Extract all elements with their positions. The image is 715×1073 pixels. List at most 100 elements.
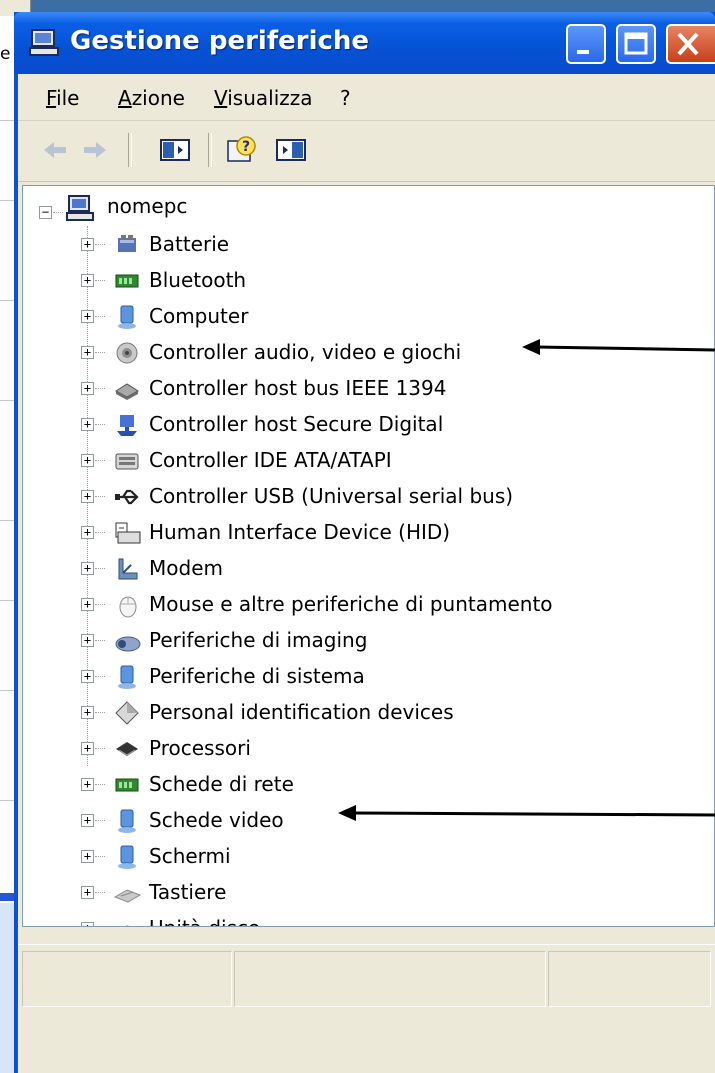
window-body: File Azione Visualizza ? ? − nomepc + Ba… <box>18 74 715 1073</box>
tree-item-label: Batterie <box>149 232 230 256</box>
ieee1394-icon <box>115 383 139 400</box>
tree-connector <box>95 712 105 713</box>
tree-item-label: Controller host bus IEEE 1394 <box>149 376 447 400</box>
menu-help[interactable]: ? <box>340 86 351 110</box>
toolbar-separator <box>208 133 212 167</box>
tree-item-label: Schede di rete <box>149 772 294 796</box>
tree-connector <box>95 784 105 785</box>
tree-item-label: Mouse e altre periferiche di puntamento <box>149 592 553 616</box>
tree-connector <box>95 604 105 605</box>
computer-icon <box>118 305 136 329</box>
tree-connector <box>95 748 105 749</box>
status-cell <box>548 951 711 1007</box>
expand-toggle[interactable]: + <box>81 598 94 611</box>
tree-connector <box>95 460 105 461</box>
expand-toggle[interactable]: + <box>81 670 94 683</box>
device-manager-icon <box>29 29 59 56</box>
tree-item-label: Periferiche di imaging <box>149 628 368 652</box>
tree-item-label: Modem <box>149 556 223 580</box>
tree-item-label: Controller host Secure Digital <box>149 412 444 436</box>
tree-item-label: Processori <box>149 736 251 760</box>
expand-toggle[interactable]: + <box>81 922 94 926</box>
usb-icon <box>115 489 139 505</box>
tree-item-label: Tastiere <box>149 880 227 904</box>
title-bar[interactable]: Gestione periferiche <box>14 12 715 74</box>
tree-item-label: Controller USB (Universal serial bus) <box>149 484 514 508</box>
tree-connector <box>53 212 63 213</box>
menu-visualizza[interactable]: Visualizza <box>214 86 313 110</box>
tree-connector <box>95 388 105 389</box>
tree-item-label: Controller audio, video e giochi <box>149 340 462 364</box>
tree-item-label: Controller IDE ATA/ATAPI <box>149 448 392 472</box>
disk-drive-icon <box>125 925 130 926</box>
sd-card-icon <box>117 415 137 436</box>
properties-icon[interactable] <box>274 135 308 165</box>
expand-toggle[interactable]: + <box>81 814 94 827</box>
status-cell <box>22 951 232 1007</box>
monitor-icon <box>118 809 136 833</box>
tree-connector <box>95 316 105 317</box>
expand-toggle[interactable]: + <box>81 490 94 503</box>
close-button[interactable] <box>666 24 715 64</box>
expand-toggle[interactable]: + <box>81 310 94 323</box>
tree-connector <box>95 424 105 425</box>
expand-toggle[interactable]: + <box>81 526 94 539</box>
expand-toggle[interactable]: + <box>81 634 94 647</box>
expand-toggle[interactable]: + <box>81 778 94 791</box>
modem-icon <box>118 558 138 580</box>
expand-toggle[interactable]: + <box>81 238 94 251</box>
expand-toggle[interactable]: + <box>81 850 94 863</box>
tree-item-label: Bluetooth <box>149 268 247 292</box>
status-cell <box>234 951 546 1007</box>
monitor-icon <box>118 845 136 869</box>
expand-toggle[interactable]: + <box>81 742 94 755</box>
help-icon[interactable]: ? <box>224 135 260 165</box>
window-title: Gestione periferiche <box>70 26 370 56</box>
tree-connector <box>95 820 105 821</box>
status-bar <box>18 944 715 1009</box>
tree-connector <box>95 676 105 677</box>
keyboard-icon <box>113 889 141 903</box>
annotation-arrow <box>522 339 715 355</box>
expand-toggle[interactable]: + <box>81 886 94 899</box>
expand-toggle[interactable]: + <box>81 382 94 395</box>
close-icon <box>677 32 699 56</box>
tree-connector <box>95 496 105 497</box>
ide-icon <box>115 453 139 470</box>
show-hide-tree-icon[interactable] <box>158 135 192 165</box>
tree-connector <box>95 568 105 569</box>
maximize-button[interactable] <box>616 24 656 64</box>
expand-toggle[interactable]: + <box>81 562 94 575</box>
diamond-icon <box>115 701 139 725</box>
toolbar-separator <box>128 133 132 167</box>
mouse-icon <box>119 596 137 618</box>
tree-connector <box>95 532 105 533</box>
expand-toggle[interactable]: + <box>81 346 94 359</box>
network-card-icon <box>115 778 139 792</box>
tree-item-label: Schermi <box>149 844 231 868</box>
minimize-button[interactable] <box>566 24 606 64</box>
minimize-icon <box>577 50 589 54</box>
camera-icon <box>115 636 141 652</box>
tree-connector <box>95 640 105 641</box>
collapse-toggle[interactable]: − <box>39 206 52 219</box>
expand-toggle[interactable]: + <box>81 706 94 719</box>
menu-bar: File Azione Visualizza ? <box>18 74 715 121</box>
menu-azione[interactable]: Azione <box>118 86 185 110</box>
computer-root-icon <box>66 195 94 221</box>
expand-toggle[interactable]: + <box>81 454 94 467</box>
forward-icon[interactable] <box>80 135 110 165</box>
expand-toggle[interactable]: + <box>81 418 94 431</box>
toolbar: ? <box>18 121 715 182</box>
back-icon[interactable] <box>40 135 70 165</box>
processor-icon <box>116 742 138 756</box>
expand-toggle[interactable]: + <box>81 274 94 287</box>
tree-item-label: Human Interface Device (HID) <box>149 520 451 544</box>
tree-item-label: Computer <box>149 304 249 328</box>
tree-item-label: Unità disco <box>149 916 260 926</box>
tree-item-label: Schede video <box>149 808 284 832</box>
tree-item-label: Personal identification devices <box>149 700 454 724</box>
menu-file[interactable]: File <box>46 86 79 110</box>
hid-icon <box>115 522 141 544</box>
annotation-arrow <box>338 805 715 821</box>
